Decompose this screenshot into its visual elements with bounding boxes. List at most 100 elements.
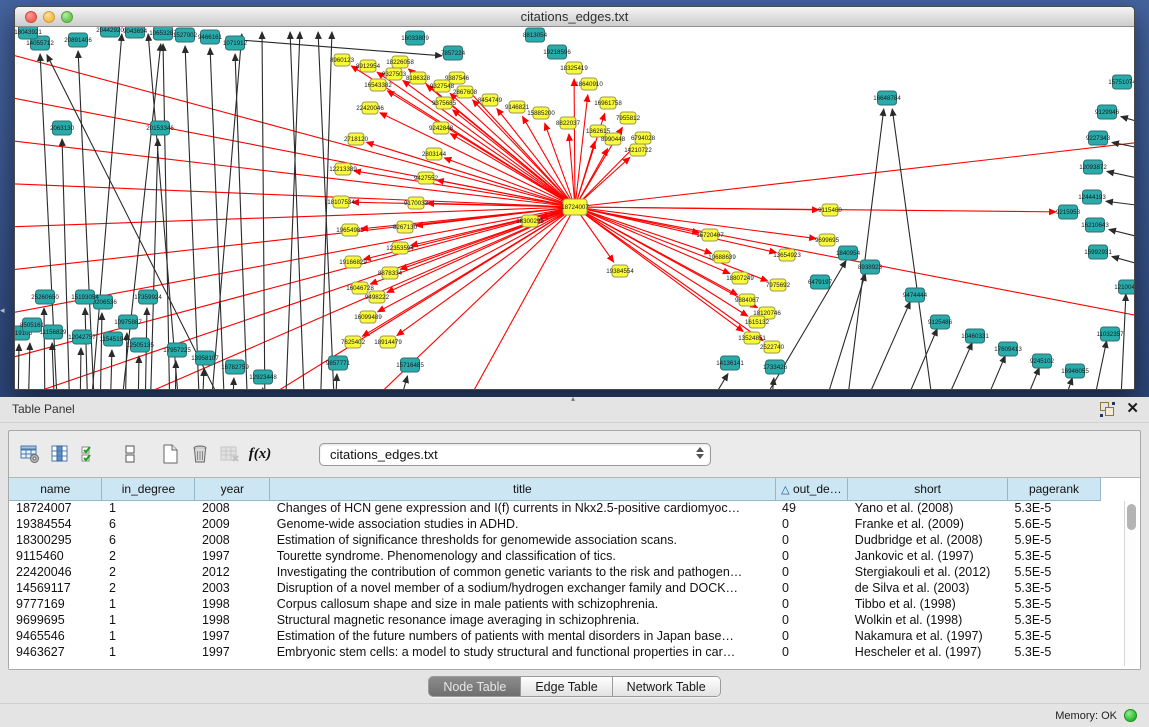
tab-node-table[interactable]: Node Table <box>429 677 521 696</box>
select-checklist-icon[interactable] <box>77 441 103 467</box>
graph-node[interactable]: 2522740 <box>760 341 785 353</box>
column-header-short[interactable]: short <box>848 478 1008 500</box>
table-scrollbar[interactable] <box>1124 501 1137 666</box>
graph-node[interactable]: 17957225 <box>163 343 191 357</box>
table-row[interactable]: 946362711997Embryonic stem cells: a mode… <box>9 644 1101 660</box>
graph-node[interactable]: 9466161 <box>198 30 223 44</box>
column-header-year[interactable]: year <box>195 478 270 500</box>
graph-node[interactable]: 8990448 <box>601 133 626 145</box>
graph-node[interactable]: 11032357 <box>1096 327 1124 341</box>
graph-node[interactable]: 15992931 <box>1084 245 1112 259</box>
table-row[interactable]: 1830029562008Estimation of significance … <box>9 532 1101 548</box>
graph-node[interactable]: 12505135 <box>126 338 154 352</box>
graph-node[interactable]: 9043694 <box>123 27 148 38</box>
graph-node[interactable]: 14210722 <box>624 144 652 156</box>
graph-node[interactable]: 2718120 <box>344 133 369 145</box>
table-row[interactable]: 1872400712008Changes of HCN gene express… <box>9 500 1101 516</box>
graph-node[interactable]: 8912954 <box>356 60 381 72</box>
graph-node[interactable]: 12093872 <box>1079 160 1107 174</box>
graph-node[interactable]: 19384554 <box>606 265 634 277</box>
graph-node[interactable]: 6479197 <box>808 275 833 289</box>
graph-node[interactable]: 9327503 <box>382 68 407 80</box>
graph-node[interactable]: 9125486 <box>928 315 953 329</box>
table-settings-icon[interactable] <box>17 441 43 467</box>
graph-node[interactable]: 9498222 <box>365 291 390 303</box>
column-header-out_de[interactable]: △ out_de… <box>775 478 848 500</box>
graph-node[interactable]: 9699695 <box>815 234 840 246</box>
window-close-button[interactable] <box>25 11 37 23</box>
graph-node[interactable]: 8505161 <box>20 318 45 332</box>
column-header-in_degree[interactable]: in_degree <box>102 478 195 500</box>
graph-node[interactable]: 2063130 <box>50 121 75 135</box>
table-row[interactable]: 969969511998Structural magnetic resonanc… <box>9 612 1101 628</box>
graph-node[interactable]: 18724007 <box>561 199 589 215</box>
window-zoom-button[interactable] <box>61 11 73 23</box>
column-header-pagerank[interactable]: pagerank <box>1007 478 1100 500</box>
graph-node[interactable]: 17359924 <box>134 290 162 304</box>
network-canvas[interactable]: 1872400789601238912954182260589327503818… <box>15 27 1134 389</box>
graph-node[interactable]: 16099489 <box>354 311 382 323</box>
graph-node[interactable]: 18325419 <box>560 62 588 74</box>
graph-node[interactable]: 10460331 <box>961 329 989 343</box>
float-panel-icon[interactable] <box>1100 402 1115 417</box>
column-header-name[interactable]: name <box>9 478 102 500</box>
graph-node[interactable]: 1527002 <box>173 28 198 42</box>
graph-node[interactable]: 8813054 <box>523 28 548 42</box>
table-row[interactable]: 946554611997Estimation of the future num… <box>9 628 1101 644</box>
graph-node[interactable]: 22420046 <box>356 102 384 114</box>
table-row[interactable]: 1456911722003Disruption of a novel membe… <box>9 580 1101 596</box>
graph-node[interactable]: 20153346 <box>146 121 174 135</box>
graph-node[interactable]: 8822037 <box>556 117 581 129</box>
graph-node[interactable]: 2803144 <box>422 148 447 160</box>
graph-node[interactable]: 6794028 <box>631 132 656 144</box>
graph-node[interactable]: 10975887 <box>114 315 142 329</box>
graph-node[interactable]: 18640910 <box>575 78 603 90</box>
graph-node[interactable]: 19166829 <box>339 256 367 268</box>
graph-node[interactable]: 16946055 <box>1061 364 1089 378</box>
table-row[interactable]: 1938455462009Genome-wide association stu… <box>9 516 1101 532</box>
graph-node[interactable]: 9170033 <box>404 197 429 209</box>
graph-node[interactable]: 16961758 <box>594 97 622 109</box>
graph-node[interactable]: 9129946 <box>1095 105 1120 119</box>
graph-node[interactable]: 15716485 <box>396 358 424 372</box>
window-minimize-button[interactable] <box>43 11 55 23</box>
graph-node[interactable]: 9115460 <box>818 204 842 216</box>
scrollbar-thumb[interactable] <box>1127 504 1136 530</box>
graph-node[interactable]: 8878334 <box>378 267 403 279</box>
graph-node[interactable]: 8267130 <box>393 221 418 233</box>
tab-network-table[interactable]: Network Table <box>613 677 720 696</box>
graph-node[interactable]: 15751074 <box>1108 75 1134 89</box>
graph-node[interactable]: 9474444 <box>903 288 928 302</box>
graph-node[interactable]: 8454749 <box>478 94 503 106</box>
graph-node[interactable]: 9884067 <box>735 294 760 306</box>
graph-node[interactable]: 9242848 <box>429 122 454 134</box>
graph-node[interactable]: 12042757 <box>68 330 96 344</box>
tab-edge-table[interactable]: Edge Table <box>521 677 612 696</box>
table-row[interactable]: 2242004622012Investigating the contribut… <box>9 564 1101 580</box>
graph-node[interactable]: 9857771 <box>326 356 351 370</box>
graph-node[interactable]: 1071912 <box>223 36 248 50</box>
graph-node[interactable]: 9245102 <box>1030 354 1055 368</box>
graph-node[interactable]: 25260650 <box>31 290 59 304</box>
panel-collapse-arrow[interactable]: ◂ <box>0 305 5 316</box>
graph-node[interactable]: 11545194 <box>99 332 127 346</box>
new-document-icon[interactable] <box>157 441 183 467</box>
table-selector-dropdown[interactable]: citations_edges.txt <box>319 443 711 466</box>
close-panel-icon[interactable]: ✕ <box>1126 400 1139 418</box>
graph-node[interactable]: 12923448 <box>249 370 277 384</box>
graph-node[interactable]: 16033809 <box>401 31 429 45</box>
graph-node[interactable]: 17609413 <box>994 342 1022 356</box>
column-header-title[interactable]: title <box>270 478 775 500</box>
graph-node[interactable]: 9215953 <box>1056 205 1081 219</box>
graph-node[interactable]: 18914479 <box>374 336 402 348</box>
graph-node[interactable]: 8938923 <box>858 260 883 274</box>
row-tools-icon[interactable] <box>117 441 143 467</box>
graph-node[interactable]: 10688639 <box>708 251 736 263</box>
graph-node[interactable]: 19218596 <box>543 45 571 59</box>
graph-node[interactable]: 12100495 <box>1114 280 1134 294</box>
graph-node[interactable]: 9427552 <box>414 172 439 184</box>
table-row[interactable]: 911546021997Tourette syndrome. Phenomeno… <box>9 548 1101 564</box>
graph-node[interactable]: 7975692 <box>766 279 791 291</box>
graph-node[interactable]: 8960123 <box>330 54 355 66</box>
graph-node[interactable]: 8186328 <box>406 72 431 84</box>
